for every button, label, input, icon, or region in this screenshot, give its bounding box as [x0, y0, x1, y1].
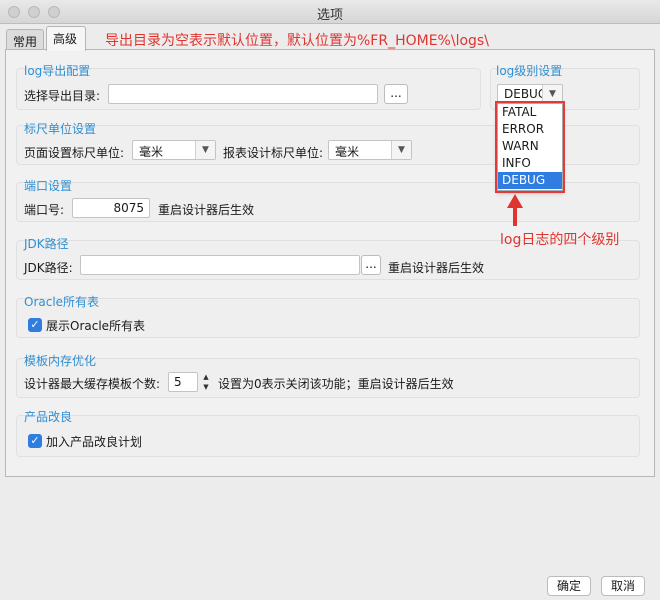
- jdk-browse-button[interactable]: ...: [361, 255, 381, 275]
- annotation-log-levels: log日志的四个级别: [500, 232, 620, 248]
- template-cache-input[interactable]: 5: [168, 372, 198, 392]
- jdk-label: JDK路径:: [24, 261, 73, 275]
- product-title: 产品改良: [24, 410, 73, 424]
- ruler-unit-title: 标尺单位设置: [24, 122, 97, 136]
- oracle-checkbox[interactable]: ✓: [28, 318, 42, 332]
- spinner-down-icon[interactable]: ▼: [200, 382, 212, 392]
- log-level-title: log级别设置: [496, 64, 563, 78]
- template-cache-stepper[interactable]: ▲ ▼: [200, 372, 212, 392]
- export-dir-browse-button[interactable]: ...: [384, 84, 408, 104]
- template-cache-label: 设计器最大缓存模板个数:: [24, 377, 161, 391]
- log-level-value: DEBUG: [504, 87, 548, 101]
- spinner-up-icon[interactable]: ▲: [200, 372, 212, 382]
- log-export-title: log导出配置: [24, 64, 91, 78]
- report-ruler-select[interactable]: 毫米 ▼: [328, 140, 412, 160]
- product-checkbox[interactable]: ✓: [28, 434, 42, 448]
- tab-advanced[interactable]: 高级: [46, 26, 86, 51]
- ok-button[interactable]: 确定: [547, 576, 591, 596]
- arrow-up-icon: [507, 194, 523, 226]
- window-title: 选项: [316, 8, 343, 23]
- checkmark-icon: ✓: [30, 434, 40, 447]
- port-input[interactable]: 8075: [72, 198, 150, 218]
- export-dir-label: 选择导出目录:: [24, 89, 101, 103]
- port-title: 端口设置: [24, 179, 73, 193]
- chevron-down-icon: ▼: [195, 141, 215, 159]
- report-ruler-value: 毫米: [335, 145, 360, 159]
- jdk-path-input[interactable]: [80, 255, 360, 275]
- oracle-title: Oracle所有表: [24, 295, 100, 309]
- report-ruler-label: 报表设计标尺单位:: [223, 146, 324, 160]
- page-ruler-label: 页面设置标尺单位:: [24, 146, 125, 160]
- jdk-note: 重启设计器后生效: [388, 261, 485, 275]
- annotation-export-dir: 导出目录为空表示默认位置，默认位置为%FR_HOME%\logs\: [105, 33, 489, 49]
- export-dir-input[interactable]: [108, 84, 378, 104]
- port-note: 重启设计器后生效: [158, 203, 255, 217]
- template-cache-title: 模板内存优化: [24, 354, 97, 368]
- page-ruler-value: 毫米: [139, 145, 164, 159]
- page-ruler-select[interactable]: 毫米 ▼: [132, 140, 216, 160]
- template-cache-note: 设置为0表示关闭该功能；重启设计器后生效: [218, 377, 454, 391]
- annotation-highlight-box: [495, 101, 565, 193]
- product-checkbox-label: 加入产品改良计划: [46, 435, 143, 449]
- oracle-checkbox-label: 展示Oracle所有表: [46, 319, 146, 333]
- tab-general[interactable]: 常用: [6, 29, 44, 50]
- title-bar: 选项: [0, 0, 660, 24]
- port-label: 端口号:: [24, 203, 65, 217]
- jdk-title: JDK路径: [24, 237, 69, 251]
- cancel-button[interactable]: 取消: [601, 576, 645, 596]
- chevron-down-icon: ▼: [391, 141, 411, 159]
- checkmark-icon: ✓: [30, 318, 40, 331]
